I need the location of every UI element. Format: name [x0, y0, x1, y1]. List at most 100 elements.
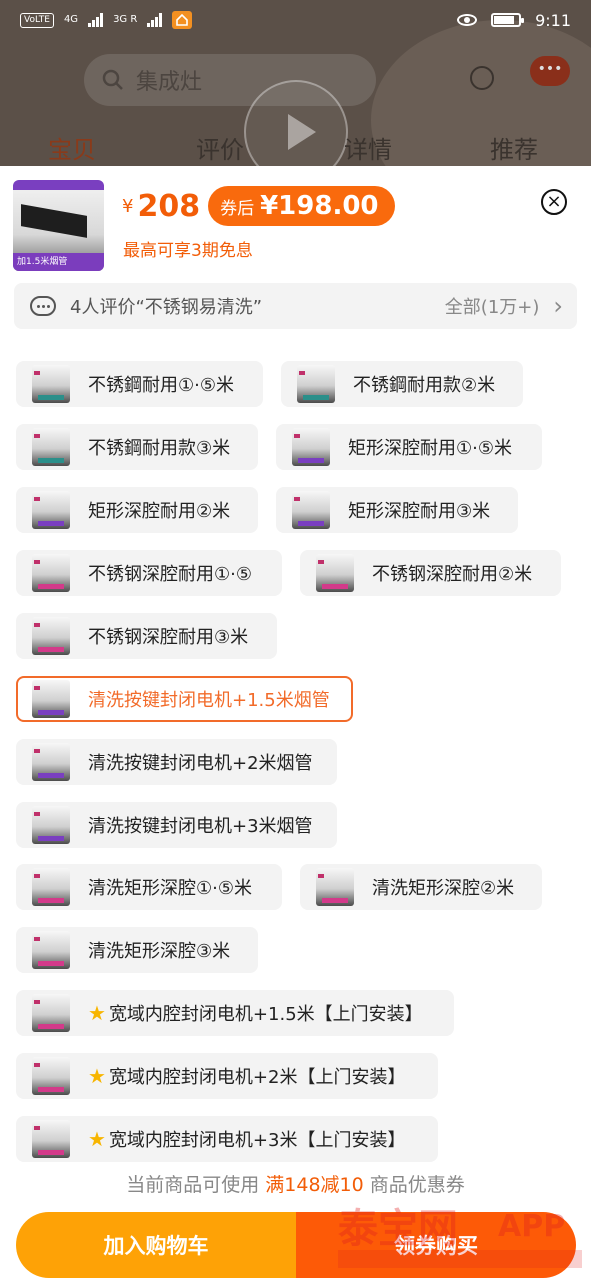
sku-label: 不锈钢深腔耐用①·⑤: [88, 564, 252, 585]
search-icon: [102, 69, 123, 90]
review-text: 4人评价“不锈钢易清洗”: [70, 297, 263, 318]
network-4g-label: 4G: [63, 14, 79, 25]
sku-thumbnail: [32, 1057, 70, 1095]
sku-label: 不锈鋼耐用款②米: [353, 375, 496, 396]
sku-option[interactable]: ★ 宽域内腔封闭电机+3米【上门安装】: [16, 1116, 438, 1162]
clock: 9:11: [535, 10, 571, 30]
chat-bubble-icon: [30, 296, 56, 316]
sku-label: 不锈钢深腔耐用③米: [88, 627, 249, 648]
tab-details[interactable]: 详情: [344, 130, 392, 165]
sku-label: 宽域内腔封闭电机+3米【上门安装】: [108, 1130, 406, 1151]
sku-option[interactable]: 矩形深腔耐用③米: [276, 487, 518, 533]
add-to-cart-button[interactable]: 加入购物车: [16, 1212, 296, 1278]
tab-baobei[interactable]: 宝贝: [48, 130, 96, 165]
sku-option[interactable]: 不锈钢深腔耐用③米: [16, 613, 277, 659]
sku-thumbnail: [316, 868, 354, 906]
sku-option[interactable]: 矩形深腔耐用①·⑤米: [276, 424, 542, 470]
sku-thumbnail: [32, 491, 70, 529]
signal-icon: [88, 13, 104, 27]
tab-recommend[interactable]: 推荐: [490, 130, 538, 165]
coupon-hint-highlight: 满148减10: [265, 1174, 364, 1196]
close-icon[interactable]: ×: [541, 189, 567, 215]
sku-option[interactable]: 不锈鋼耐用款③米: [16, 424, 258, 470]
sku-thumbnail: [32, 806, 70, 844]
coupon-price: ¥198.00: [260, 191, 379, 221]
sku-label: 清洗按键封闭电机+3米烟管: [88, 816, 313, 837]
status-bar: VoLTE 4G 3G R 9:11: [0, 0, 591, 40]
sku-label: 清洗矩形深腔②米: [372, 878, 515, 899]
sku-thumbnail: [32, 743, 70, 781]
sku-thumbnail: [32, 1120, 70, 1158]
price: 208: [137, 188, 201, 224]
sku-label: 清洗矩形深腔①·⑤米: [88, 878, 252, 899]
sku-label: 宽域内腔封闭电机+2米【上门安装】: [108, 1067, 406, 1088]
review-summary-bar[interactable]: 4人评价“不锈钢易清洗” 全部(1万+) ›: [14, 283, 577, 329]
sku-thumbnail: [32, 428, 70, 466]
sku-option[interactable]: 不锈鋼耐用①·⑤米: [16, 361, 263, 407]
sku-option[interactable]: 清洗按键封闭电机+2米烟管: [16, 739, 337, 785]
buy-with-coupon-button[interactable]: 领券购买: [296, 1212, 576, 1278]
sku-option[interactable]: 清洗按键封闭电机+1.5米烟管: [16, 676, 353, 722]
sku-selection-sheet: 加1.5米烟管 ¥ 208 券后 ¥198.00 最高可享3期免息 × 4人评价…: [0, 166, 591, 1280]
star-icon: ★: [88, 1064, 106, 1088]
sku-label: 矩形深腔耐用③米: [348, 501, 491, 522]
sku-label: 清洗按键封闭电机+2米烟管: [88, 753, 313, 774]
sku-thumbnail: [32, 680, 70, 718]
sku-label: 不锈鋼耐用款③米: [88, 438, 231, 459]
thumbnail-tag: 加1.5米烟管: [13, 253, 104, 271]
sku-thumbnail: [292, 491, 330, 529]
coupon-hint-suffix: 商品优惠券: [369, 1174, 465, 1196]
battery-icon: [491, 13, 525, 27]
sku-label: 清洗按键封闭电机+1.5米烟管: [88, 690, 330, 711]
sku-label: 清洗矩形深腔③米: [88, 941, 231, 962]
sku-thumbnail: [32, 868, 70, 906]
dimmed-page-header: VoLTE 4G 3G R 9:11 集成灶 ••• 宝贝 评价 详情 推荐: [0, 0, 591, 166]
product-thumbnail[interactable]: 加1.5米烟管: [13, 180, 104, 271]
tab-reviews[interactable]: 评价: [196, 130, 244, 165]
sku-label: 不锈钢深腔耐用②米: [372, 564, 533, 585]
sku-option[interactable]: 不锈钢深腔耐用②米: [300, 550, 561, 596]
installment-info: 最高可享3期免息: [123, 241, 253, 261]
sku-option[interactable]: 矩形深腔耐用②米: [16, 487, 258, 533]
chevron-right-icon: ›: [553, 292, 563, 320]
sku-option[interactable]: ★ 宽域内腔封闭电机+1.5米【上门安装】: [16, 990, 454, 1036]
coupon-price-badge: 券后 ¥198.00: [208, 186, 395, 226]
sku-thumbnail: [297, 365, 335, 403]
sku-option[interactable]: 清洗按键封闭电机+3米烟管: [16, 802, 337, 848]
more-button[interactable]: •••: [530, 56, 570, 86]
range-hood-image: [21, 204, 87, 238]
coupon-label: 券后: [220, 198, 255, 219]
sku-option[interactable]: 清洗矩形深腔①·⑤米: [16, 864, 282, 910]
sku-thumbnail: [292, 428, 330, 466]
sku-option[interactable]: 清洗矩形深腔③米: [16, 927, 258, 973]
sku-thumbnail: [316, 554, 354, 592]
sku-thumbnail: [32, 554, 70, 592]
signal-icon-2: [147, 13, 163, 27]
eye-comfort-icon: [457, 14, 478, 26]
price-row: ¥ 208 券后 ¥198.00: [122, 186, 395, 226]
star-icon: ★: [88, 1127, 106, 1151]
coupon-hint: 当前商品可使用 满148减10 商品优惠券: [0, 1170, 591, 1197]
sku-thumbnail: [32, 931, 70, 969]
search-text: 集成灶: [136, 70, 203, 95]
sku-label: 不锈鋼耐用①·⑤米: [88, 375, 234, 396]
coupon-hint-prefix: 当前商品可使用: [126, 1174, 260, 1196]
thumbnail-banner: [13, 180, 104, 190]
header-tabs: 宝贝 评价 详情 推荐: [0, 124, 591, 166]
review-all-count: 全部(1万+): [444, 297, 540, 318]
sku-option[interactable]: ★ 宽域内腔封闭电机+2米【上门安装】: [16, 1053, 438, 1099]
sku-option[interactable]: 不锈钢深腔耐用①·⑤: [16, 550, 282, 596]
home-app-icon: [172, 11, 193, 29]
sku-option[interactable]: 不锈鋼耐用款②米: [281, 361, 523, 407]
sku-thumbnail: [32, 617, 70, 655]
volte-indicator: VoLTE: [20, 12, 54, 28]
cart-icon[interactable]: [470, 66, 494, 90]
star-icon: ★: [88, 1001, 106, 1025]
sku-thumbnail: [32, 994, 70, 1032]
sku-label: 矩形深腔耐用②米: [88, 501, 231, 522]
network-3g-label: 3G R: [113, 14, 138, 25]
sku-label: 宽域内腔封闭电机+1.5米【上门安装】: [108, 1004, 423, 1025]
sku-thumbnail: [32, 365, 70, 403]
currency-symbol: ¥: [122, 195, 134, 217]
sku-option[interactable]: 清洗矩形深腔②米: [300, 864, 542, 910]
